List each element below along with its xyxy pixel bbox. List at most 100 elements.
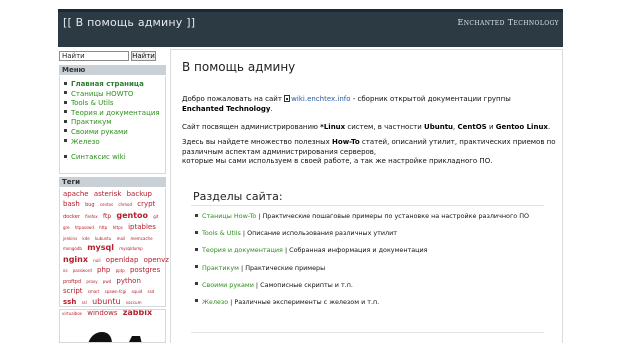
tag-link[interactable]: bug	[85, 202, 95, 208]
search-button[interactable]: Найти	[131, 51, 156, 61]
site-title[interactable]: [[ В помощь админу ]]	[63, 16, 195, 29]
wiki-icon	[284, 95, 291, 102]
tag-link[interactable]: proxy	[86, 279, 97, 284]
section-desc: | Практические примеры	[238, 263, 326, 272]
sidebar-item-home[interactable]: Главная страница	[64, 80, 160, 90]
tag-link[interactable]: gentoo	[116, 211, 148, 220]
tag-link[interactable]: ssd	[148, 289, 155, 294]
sidebar-item-theory[interactable]: Теория и документация	[64, 109, 160, 119]
tag-link[interactable]: openldap	[106, 256, 139, 264]
tag-link[interactable]: openvz	[144, 256, 169, 264]
sidebar-item-diy[interactable]: Своими руками	[64, 128, 160, 138]
section-item: Tools & Utils | Описание использования р…	[195, 229, 529, 246]
tag-link[interactable]: spawn-fcgi	[105, 289, 127, 294]
tag-link[interactable]: kubuntu	[95, 236, 111, 241]
tag-link[interactable]: ubuntu	[92, 297, 121, 306]
tag-link[interactable]: mail	[117, 236, 126, 241]
desc-gentoo: Gentoo Linux	[495, 123, 548, 131]
section-link-hardware[interactable]: Железо	[202, 298, 228, 306]
tag-link[interactable]: proftpd	[63, 279, 81, 285]
sidebar-item-label: Теория и документация	[71, 108, 160, 117]
tag-link[interactable]: iptables	[128, 223, 156, 231]
page: [[ В помощь админу ]] Enchanted Technolo…	[58, 9, 563, 343]
tag-link[interactable]: ftp	[103, 213, 111, 220]
section-link-tools[interactable]: Tools & Utils	[202, 229, 241, 237]
tag-link[interactable]: ssh	[63, 298, 76, 306]
tag-link[interactable]: bash	[63, 200, 80, 208]
tag-link[interactable]: jenkins	[63, 236, 77, 241]
tag-link[interactable]: memcache	[130, 236, 152, 241]
desc-end: .	[547, 123, 551, 131]
tag-link[interactable]: python	[116, 277, 141, 285]
tags-title: Теги	[59, 177, 166, 187]
site-header: [[ В помощь админу ]] Enchanted Technolo…	[58, 9, 563, 47]
search-input[interactable]	[59, 51, 129, 61]
tag-link[interactable]: kde	[82, 236, 89, 241]
desc-centos: CentOS	[457, 123, 487, 131]
tag-link[interactable]: password	[73, 268, 92, 273]
intro-text: - сборник открытой документации группы	[350, 95, 511, 103]
section-link-theory[interactable]: Теория и документация	[202, 246, 283, 254]
tag-link[interactable]: nginx	[63, 255, 88, 264]
sidebar-item-label: Станицы HOWTO	[71, 89, 134, 98]
sidebar-item-howto[interactable]: Станицы HOWTO	[64, 90, 160, 100]
page-title: В помощь админу	[182, 60, 296, 74]
tag-link[interactable]: squid	[131, 289, 142, 294]
sidebar-item-wiki-syntax[interactable]: Синтаксис wiki	[64, 153, 160, 163]
tag-link[interactable]: chmod	[118, 202, 132, 207]
tag-link[interactable]: os	[63, 268, 68, 273]
site-brand[interactable]: Enchanted Technology	[458, 18, 560, 27]
tag-link[interactable]: null	[93, 258, 100, 263]
tag-link[interactable]: pwd	[103, 279, 111, 284]
section-desc: | Практические пошаговые примеры по уста…	[256, 212, 530, 220]
divider	[191, 332, 544, 333]
sidebar-item-hardware[interactable]: Железо	[64, 138, 160, 148]
site-link[interactable]: wiki.enchtex.info	[291, 95, 350, 103]
tag-link[interactable]: pptp	[116, 268, 125, 273]
tag-link[interactable]: asterisk	[94, 190, 122, 198]
section-link-practice[interactable]: Практикум	[202, 264, 239, 272]
sidebar-item-label: Главная страница	[71, 80, 144, 88]
sidebar-item-label: Железо	[71, 137, 100, 146]
section-desc: | Собранная информация и документация	[282, 246, 428, 255]
bullet-icon	[195, 265, 198, 269]
bullet-icon	[64, 119, 67, 123]
intro-end: .	[270, 104, 273, 113]
tag-link[interactable]: http	[99, 225, 107, 230]
tag-link[interactable]: mysql	[87, 243, 114, 252]
tag-link[interactable]: apache	[63, 190, 89, 198]
tag-link[interactable]: mongodb	[63, 246, 82, 251]
tag-link[interactable]: crypt	[137, 200, 155, 208]
bullet-icon	[64, 81, 67, 85]
tag-link[interactable]: git	[153, 214, 158, 219]
desc-text: Сайт посвящен администрированию	[182, 123, 321, 131]
tag-link[interactable]: mysqldump	[119, 246, 143, 251]
section-desc: | Самописные скрипты и т.п.	[253, 280, 353, 289]
bullet-icon	[195, 299, 198, 303]
main-content: В помощь админу Добро пожаловать на сайт…	[170, 49, 563, 343]
tag-link[interactable]: backup	[127, 190, 152, 198]
features-text: которые мы сами используем в своей работ…	[182, 157, 493, 165]
sidebar-item-label: Tools & Utils	[71, 99, 114, 108]
tag-link[interactable]: ssl	[82, 300, 87, 305]
bullet-icon	[64, 154, 67, 158]
tag-link[interactable]: centos	[100, 202, 113, 207]
tag-link[interactable]: postgres	[130, 266, 160, 274]
sidebar-item-label: Синтаксис wiki	[71, 153, 126, 162]
tag-link[interactable]: docker	[63, 214, 80, 220]
tag-link[interactable]: script	[63, 287, 83, 295]
tag-link[interactable]: php	[97, 266, 110, 274]
tag-link[interactable]: vaccum	[126, 300, 142, 305]
section-desc: | Описание использования различных утили…	[240, 229, 398, 238]
tag-link[interactable]: firefox	[85, 214, 98, 219]
tag-link[interactable]: gre	[63, 225, 70, 230]
bullet-icon	[64, 100, 67, 104]
sidebar-item-tools[interactable]: Tools & Utils	[64, 99, 160, 109]
tag-link[interactable]: smart	[88, 289, 100, 294]
section-link-howto[interactable]: Станицы How-To	[202, 212, 256, 220]
section-item: Железо | Различные эксперименты с железо…	[195, 298, 529, 315]
tag-link[interactable]: https	[113, 225, 123, 230]
section-link-diy[interactable]: Своими руками	[202, 281, 254, 289]
sidebar-item-practice[interactable]: Практикум	[64, 118, 160, 128]
tag-link[interactable]: htpasswd	[75, 225, 94, 230]
